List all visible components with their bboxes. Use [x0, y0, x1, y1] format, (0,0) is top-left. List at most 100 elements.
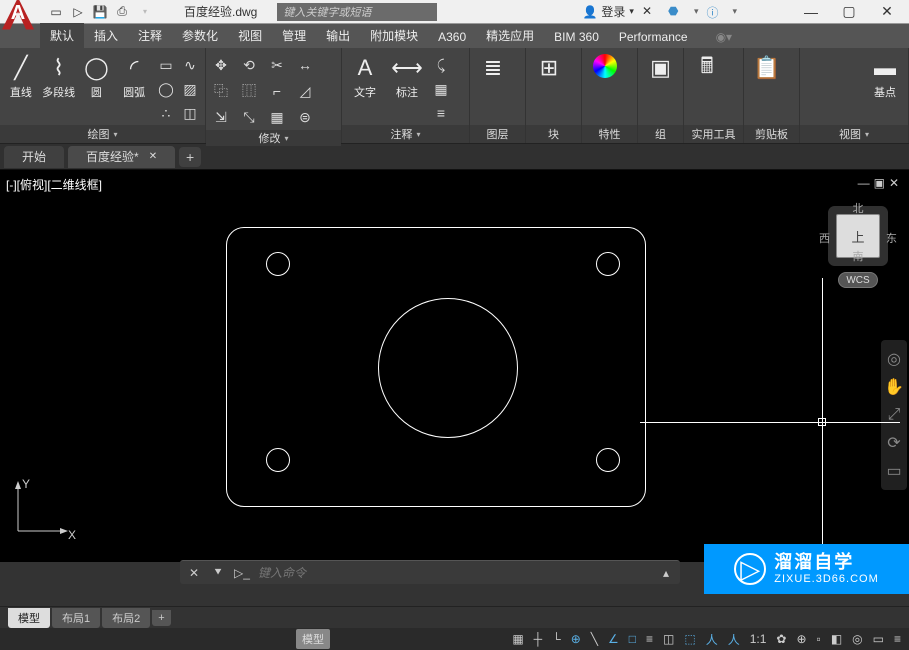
- panel-annot-title[interactable]: 注释: [342, 125, 469, 143]
- tab-manage[interactable]: 管理: [272, 23, 316, 48]
- tab-a360[interactable]: A360: [428, 26, 476, 48]
- ellipse-icon[interactable]: ◯: [155, 78, 177, 100]
- maximize-button[interactable]: ▢: [831, 2, 867, 22]
- rect-icon[interactable]: ▭: [155, 54, 177, 76]
- panel-groups-title[interactable]: 组: [638, 125, 683, 143]
- filetab-add-button[interactable]: +: [179, 147, 201, 167]
- cube-north[interactable]: 北: [823, 200, 893, 216]
- cube-east[interactable]: 东: [886, 230, 897, 246]
- tab-featured[interactable]: 精选应用: [476, 23, 544, 48]
- tab-performance[interactable]: Performance: [609, 26, 698, 48]
- command-input[interactable]: [258, 566, 650, 580]
- hardware-accel[interactable]: ◧: [829, 632, 844, 646]
- panel-draw-title[interactable]: 绘图: [0, 125, 205, 143]
- snap-toggle[interactable]: ┼: [532, 632, 545, 646]
- scale-icon[interactable]: ⤡: [238, 106, 260, 128]
- search-input[interactable]: 键入关键字或短语: [277, 3, 437, 21]
- tab-output[interactable]: 输出: [316, 23, 360, 48]
- status-model[interactable]: 模型: [296, 629, 330, 649]
- steering-wheel-icon[interactable]: ◎: [883, 348, 905, 370]
- panel-blocks-title[interactable]: 块: [526, 125, 581, 143]
- paste-button[interactable]: 📋: [748, 54, 786, 82]
- login-button[interactable]: 👤 登录 ▾: [582, 3, 634, 20]
- circle-button[interactable]: ◯圆: [80, 54, 114, 100]
- open-icon[interactable]: ▷: [68, 3, 88, 21]
- cube-south[interactable]: 南: [823, 248, 893, 264]
- cube-west[interactable]: 西: [819, 230, 830, 246]
- tab-parametric[interactable]: 参数化: [172, 23, 228, 48]
- stretch-icon[interactable]: ⇲: [210, 106, 232, 128]
- osnap-toggle[interactable]: ∠: [606, 632, 621, 646]
- layout-model[interactable]: 模型: [8, 608, 50, 628]
- save-icon[interactable]: 💾: [90, 3, 110, 21]
- extend-icon[interactable]: ↔: [294, 54, 316, 76]
- polar-toggle[interactable]: ⊕: [569, 632, 583, 646]
- point-icon[interactable]: ∴: [155, 102, 177, 124]
- clean-screen[interactable]: ▭: [871, 632, 886, 646]
- panel-util-title[interactable]: 实用工具: [684, 125, 743, 143]
- polyline-button[interactable]: ⌇多段线: [42, 54, 76, 100]
- basepoint-button[interactable]: ▬基点: [866, 54, 904, 100]
- panel-layers-title[interactable]: 图层: [470, 125, 525, 143]
- arc-button[interactable]: ◜圆弧: [117, 54, 151, 100]
- tab-default[interactable]: 默认: [40, 23, 84, 48]
- leader-icon[interactable]: ⤹: [430, 54, 452, 76]
- spline-icon[interactable]: ∿: [179, 54, 201, 76]
- viewport-caption[interactable]: [-][俯视][二维线框]: [6, 176, 102, 193]
- line-button[interactable]: ╱直线: [4, 54, 38, 100]
- close-button[interactable]: ✕: [869, 2, 905, 22]
- transparency-toggle[interactable]: ◫: [661, 632, 676, 646]
- cycling-toggle[interactable]: ⬚: [682, 632, 697, 646]
- exchange-icon[interactable]: ✕: [642, 4, 660, 20]
- hatch-icon[interactable]: ▨: [179, 78, 201, 100]
- chamfer-icon[interactable]: ◿: [294, 80, 316, 102]
- viewport-min-icon[interactable]: —: [858, 176, 870, 190]
- offset-icon[interactable]: ⊜: [294, 106, 316, 128]
- wcs-badge[interactable]: WCS: [838, 272, 878, 288]
- layout-2[interactable]: 布局2: [102, 608, 150, 628]
- panel-view-title[interactable]: 视图: [800, 125, 908, 143]
- props-button[interactable]: [586, 54, 624, 78]
- orbit-icon[interactable]: ⟳: [883, 432, 905, 454]
- grid-toggle[interactable]: ▦: [510, 632, 525, 646]
- table-icon[interactable]: ▦: [430, 78, 452, 100]
- app-store-icon[interactable]: ⬣: [668, 4, 686, 20]
- anno-monitor[interactable]: ⊕: [794, 632, 808, 646]
- showmotion-icon[interactable]: ▭: [883, 460, 905, 482]
- tab-addins[interactable]: 附加模块: [360, 23, 428, 48]
- iso-toggle[interactable]: ╲: [589, 632, 600, 646]
- copy-icon[interactable]: ⿻: [210, 80, 232, 102]
- units-toggle[interactable]: ▫: [815, 632, 823, 646]
- tab-view[interactable]: 视图: [228, 23, 272, 48]
- drawing-area[interactable]: [-][俯视][二维线框] — ▣ ✕ 北 西 东 上 南 WCS ◎ ✋ ⤢ …: [0, 170, 909, 562]
- text-button[interactable]: A文字: [346, 54, 384, 100]
- ortho-toggle[interactable]: └: [550, 632, 563, 646]
- tab-bim360[interactable]: BIM 360: [544, 26, 609, 48]
- minimize-button[interactable]: —: [793, 2, 829, 22]
- filetab-current[interactable]: 百度经验*✕: [68, 146, 175, 168]
- anno-scale[interactable]: 1:1: [748, 632, 769, 646]
- tab-insert[interactable]: 插入: [84, 23, 128, 48]
- dimension-button[interactable]: ⟷标注: [388, 54, 426, 100]
- view-cube[interactable]: 北 西 东 上 南 WCS: [823, 200, 893, 288]
- group-button[interactable]: ▣: [642, 54, 679, 82]
- move-icon[interactable]: ✥: [210, 54, 232, 76]
- tab-focus[interactable]: ◉▾: [706, 26, 743, 48]
- command-line[interactable]: ✕ ⯆ ▷_ ▴: [180, 560, 680, 584]
- util-button[interactable]: 🖩: [688, 54, 726, 82]
- qat-dropdown[interactable]: [134, 3, 154, 21]
- fillet-icon[interactable]: ⌐: [266, 80, 288, 102]
- tab-annotate[interactable]: 注释: [128, 23, 172, 48]
- layout-add[interactable]: +: [152, 610, 170, 626]
- new-icon[interactable]: ▭: [46, 3, 66, 21]
- help-icon[interactable]: ⓘ: [706, 4, 724, 20]
- region-icon[interactable]: ◫: [179, 102, 201, 124]
- layers-button[interactable]: ≣: [474, 54, 512, 82]
- trim-icon[interactable]: ✂: [266, 54, 288, 76]
- panel-clip-title[interactable]: 剪贴板: [744, 125, 799, 143]
- cmd-expand-icon[interactable]: ▴: [658, 566, 674, 580]
- viewport-max-icon[interactable]: ▣: [874, 176, 885, 190]
- cmd-close-icon[interactable]: ✕: [186, 566, 202, 580]
- panel-props-title[interactable]: 特性: [582, 125, 637, 143]
- workspace-switch[interactable]: ✿: [774, 632, 788, 646]
